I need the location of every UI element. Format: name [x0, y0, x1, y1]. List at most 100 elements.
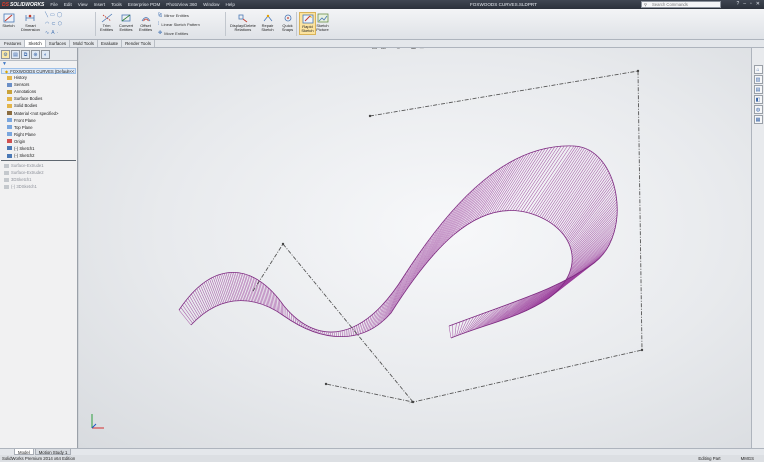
- move-entities-button[interactable]: ✥ Move Entities: [158, 30, 188, 36]
- tree-item[interactable]: Annotations: [0, 88, 77, 95]
- sketch-point[interactable]: [636, 69, 640, 73]
- tree-item[interactable]: Surface Bodies: [0, 95, 77, 102]
- text-icon[interactable]: A: [51, 30, 54, 36]
- tree-root[interactable]: ◆ FOXWOODS CURVES (Default<<: [1, 68, 76, 74]
- appearances-icon[interactable]: ◍: [753, 105, 763, 114]
- resources-icon[interactable]: ⌂: [753, 65, 763, 74]
- tree-item-rolled-back[interactable]: Surface-Extrude1: [0, 162, 77, 169]
- menu-file[interactable]: File: [50, 2, 57, 7]
- display-manager-tab-icon[interactable]: ◐: [41, 50, 50, 59]
- spline-tool-group[interactable]: ∿ A ·: [45, 30, 58, 36]
- sketch-point[interactable]: [368, 114, 372, 118]
- line-tool-group[interactable]: ╲ ▭ ◯: [45, 12, 62, 18]
- sketch-point[interactable]: [281, 242, 285, 246]
- tree-item[interactable]: History: [0, 74, 77, 81]
- smart-dimension-button[interactable]: Smart Dimension: [21, 12, 40, 33]
- tree-item-rolled-back[interactable]: 3DSketch1: [0, 176, 77, 183]
- surface-ruling: [351, 327, 353, 336]
- rollback-bar[interactable]: [1, 160, 76, 162]
- menu-photoview[interactable]: PhotoView 360: [166, 2, 197, 7]
- display-delete-relations-button[interactable]: Display/Delete Relations: [230, 12, 256, 33]
- property-manager-tab-icon[interactable]: ▤: [11, 50, 20, 59]
- convert-entities-button[interactable]: Convert Entities: [119, 12, 133, 33]
- surface-body[interactable]: [178, 145, 618, 339]
- tree-item[interactable]: Right Plane: [0, 131, 77, 138]
- menu-tools[interactable]: Tools: [111, 2, 122, 7]
- surface-edge[interactable]: [190, 210, 573, 339]
- tree-item[interactable]: (-) Sketch2: [0, 152, 77, 159]
- menu-help[interactable]: Help: [225, 2, 234, 7]
- sketch-plane-small[interactable]: [252, 243, 415, 403]
- offset-entities-button[interactable]: Offset Entities: [139, 12, 152, 33]
- tab-evaluate[interactable]: Evaluate: [98, 40, 123, 47]
- tree-item-rolled-back[interactable]: (-) 3DSketch1: [0, 183, 77, 190]
- tree-item[interactable]: Solid Bodies: [0, 102, 77, 109]
- tree-item-rolled-back[interactable]: Surface-Extrude2: [0, 169, 77, 176]
- arc-icon[interactable]: ◠: [45, 21, 49, 27]
- surface-ruling: [563, 172, 610, 236]
- polygon-icon[interactable]: ⬡: [58, 21, 62, 27]
- minimize-icon[interactable]: –: [743, 1, 746, 7]
- arc-tool-group[interactable]: ◠ ⊂ ⬡: [45, 21, 62, 27]
- tree-item[interactable]: (-) Sketch1: [0, 145, 77, 152]
- surface-ruling: [214, 276, 225, 304]
- tab-surfaces[interactable]: Surfaces: [46, 40, 71, 47]
- command-tabs: Features Sketch Surfaces Mold Tools Eval…: [0, 40, 764, 48]
- file-explorer-icon[interactable]: ▤: [753, 85, 763, 94]
- surface-edge[interactable]: [178, 145, 618, 333]
- surface-ruling: [209, 279, 220, 305]
- design-library-icon[interactable]: ▥: [753, 75, 763, 84]
- filter-icon[interactable]: ▼: [0, 61, 77, 68]
- help-icon[interactable]: ?: [736, 1, 739, 7]
- status-units[interactable]: MMGS: [741, 456, 754, 461]
- sketch-button[interactable]: Sketch: [2, 12, 15, 28]
- point-icon[interactable]: ·: [57, 30, 59, 36]
- quick-snaps-button[interactable]: Quick Snaps: [281, 12, 294, 33]
- tab-mold-tools[interactable]: Mold Tools: [70, 40, 98, 47]
- tree-item[interactable]: Material <not specified>: [0, 109, 77, 116]
- part-icon: ◆: [5, 68, 9, 74]
- surface-ruling: [530, 276, 573, 309]
- tab-render-tools[interactable]: Render Tools: [122, 40, 155, 47]
- view-palette-icon[interactable]: ◧: [753, 95, 763, 104]
- close-icon[interactable]: ✕: [756, 1, 760, 7]
- configuration-manager-tab-icon[interactable]: ⧉: [21, 50, 30, 59]
- surface-ruling: [349, 328, 351, 337]
- app-logo[interactable]: DS SOLIDWORKS: [0, 2, 50, 8]
- circle-icon[interactable]: ◯: [57, 12, 63, 18]
- tree-item[interactable]: Origin: [0, 138, 77, 145]
- sketch-picture-button[interactable]: Sketch Picture: [316, 12, 329, 33]
- tree-item-label: Solid Bodies: [14, 103, 38, 109]
- tree-item[interactable]: Top Plane: [0, 124, 77, 131]
- menu-view[interactable]: View: [78, 2, 88, 7]
- linear-sketch-pattern-button[interactable]: ⁞ Linear Sketch Pattern: [158, 21, 200, 27]
- feature-manager-tab-icon[interactable]: ⚙: [1, 50, 10, 59]
- dimxpert-tab-icon[interactable]: ⊕: [31, 50, 40, 59]
- search-commands-input[interactable]: ⚲ Search Commands: [641, 1, 721, 8]
- menu-enterprise-pdm[interactable]: Enterprise PDM: [128, 2, 160, 7]
- surface-ruling: [571, 214, 618, 263]
- tree-root-label: FOXWOODS CURVES (Default<<: [10, 68, 75, 74]
- slot-icon[interactable]: ⊂: [51, 21, 55, 27]
- custom-properties-icon[interactable]: ▦: [753, 115, 763, 124]
- sketch-picture-icon: [316, 12, 329, 23]
- restore-icon[interactable]: ▫: [750, 1, 752, 7]
- tree-item[interactable]: Front Plane: [0, 117, 77, 124]
- menu-insert[interactable]: Insert: [94, 2, 106, 7]
- menu-edit[interactable]: Edit: [64, 2, 72, 7]
- rapid-sketch-button[interactable]: Rapid Sketch: [299, 12, 316, 35]
- sketch-point[interactable]: [640, 348, 644, 352]
- mirror-entities-button[interactable]: ⧎ Mirror Entities: [158, 12, 189, 18]
- sketch-point[interactable]: [411, 400, 415, 404]
- tab-sketch[interactable]: Sketch: [25, 40, 46, 47]
- line-icon[interactable]: ╲: [45, 12, 48, 18]
- tab-features[interactable]: Features: [1, 40, 26, 47]
- rectangle-icon[interactable]: ▭: [50, 12, 55, 18]
- spline-icon[interactable]: ∿: [45, 30, 49, 36]
- repair-sketch-button[interactable]: Repair Sketch: [261, 12, 274, 33]
- sketch-point[interactable]: [324, 382, 328, 386]
- graphics-area[interactable]: ⌕ ⌕ ↶ ◩ ◫ ■ ◉ ◕ ▦ ⊞ Σ: [79, 48, 751, 448]
- trim-entities-button[interactable]: Trim Entities: [100, 12, 113, 33]
- menu-window[interactable]: Window: [203, 2, 219, 7]
- tree-item[interactable]: Sensors: [0, 81, 77, 88]
